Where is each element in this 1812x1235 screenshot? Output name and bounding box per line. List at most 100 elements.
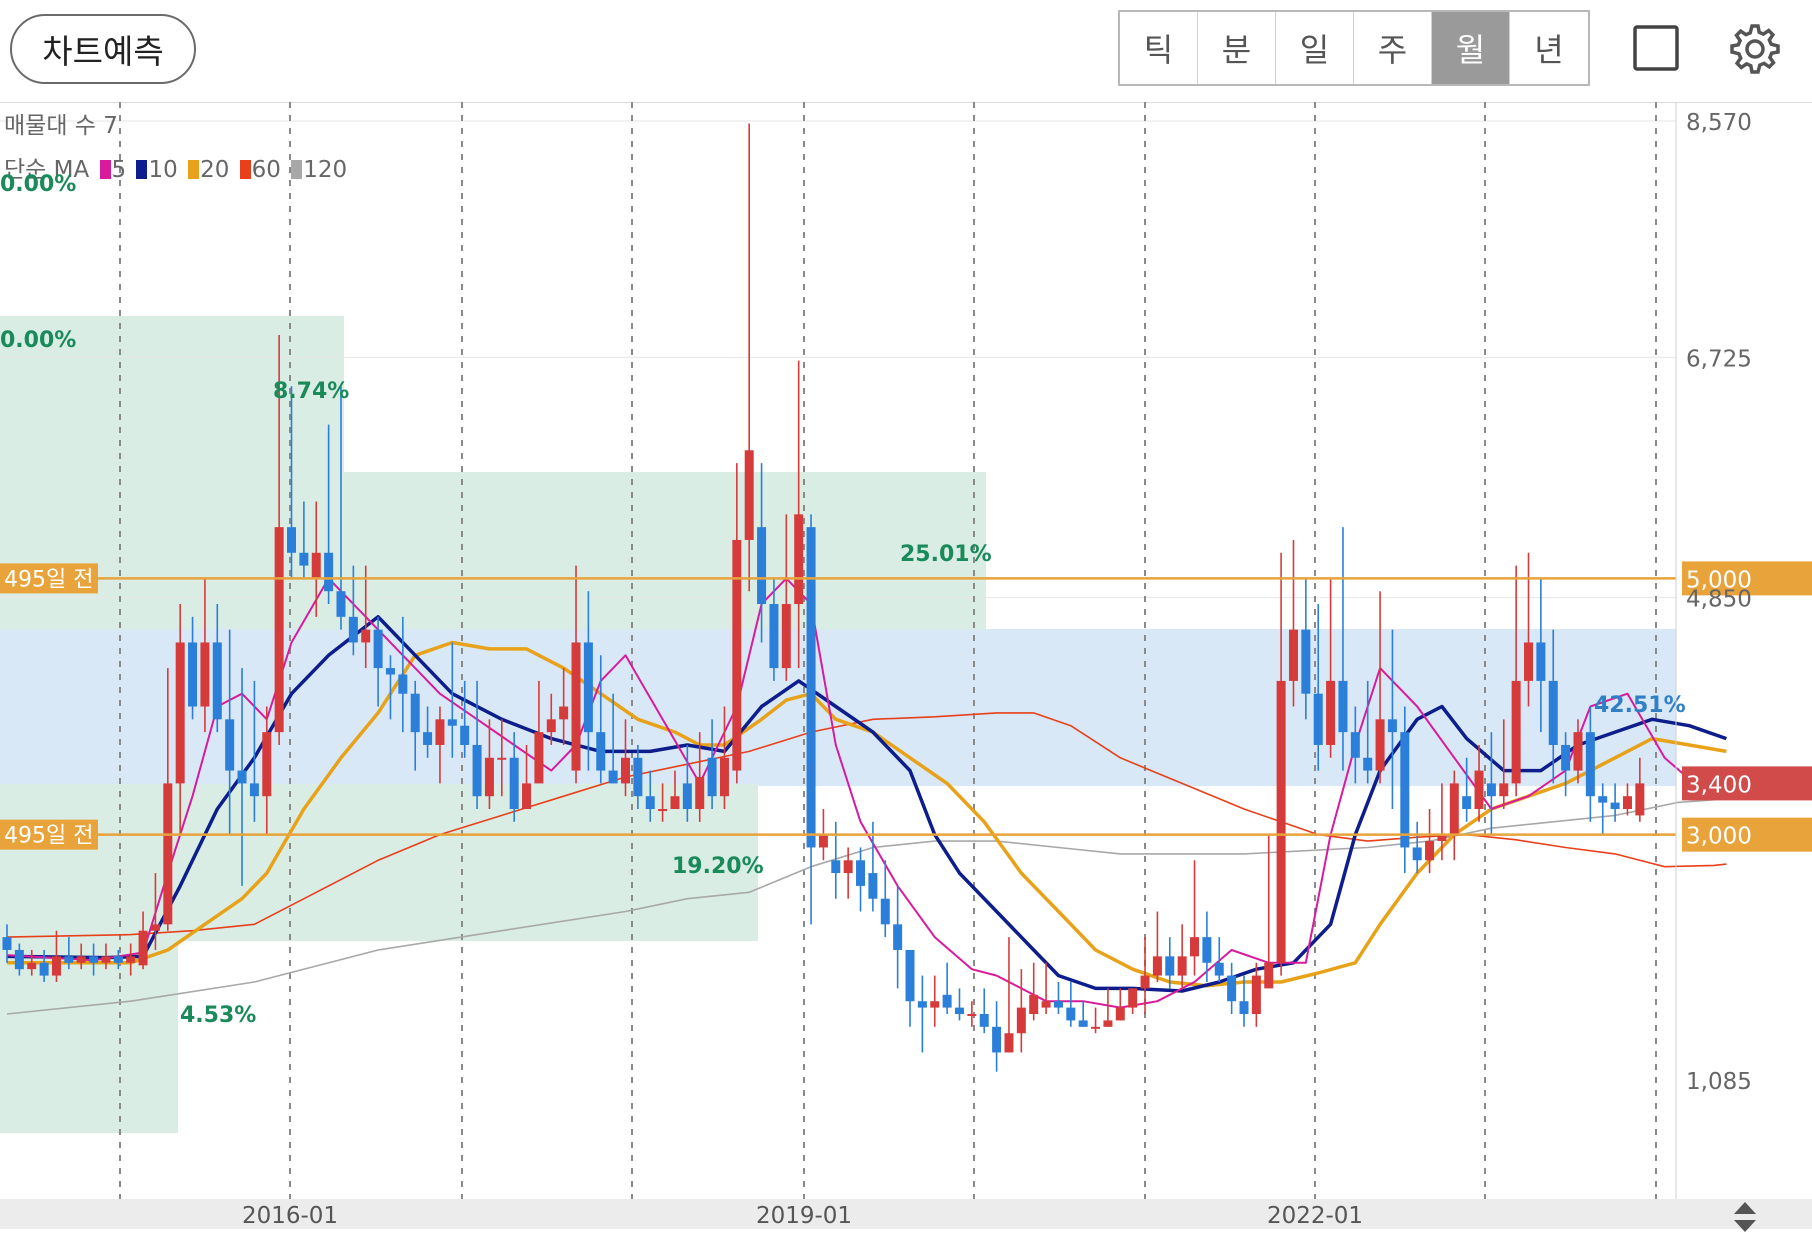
candle[interactable]: [348, 616, 358, 643]
candle[interactable]: [1264, 962, 1274, 989]
candle[interactable]: [1585, 732, 1595, 797]
candle[interactable]: [509, 757, 519, 810]
candle[interactable]: [1128, 988, 1138, 1008]
candle[interactable]: [287, 527, 297, 553]
candle[interactable]: [546, 719, 556, 733]
candle[interactable]: [1004, 1033, 1014, 1053]
candle[interactable]: [1301, 629, 1311, 694]
candle[interactable]: [707, 757, 717, 797]
candle[interactable]: [1177, 956, 1187, 976]
candle[interactable]: [76, 956, 86, 963]
candlestick-chart[interactable]: 495일 전 5,000495일 전 3,0008,5706,7254,8501,0…: [0, 102, 1812, 1235]
candle[interactable]: [954, 1007, 964, 1015]
candle[interactable]: [460, 725, 470, 745]
candle[interactable]: [447, 719, 457, 726]
candle[interactable]: [633, 757, 643, 797]
candle[interactable]: [843, 860, 853, 874]
candle[interactable]: [1635, 783, 1645, 816]
candle[interactable]: [299, 552, 309, 566]
candle[interactable]: [2, 937, 12, 950]
candle[interactable]: [559, 706, 569, 720]
candle[interactable]: [942, 994, 952, 1008]
candle[interactable]: [1338, 680, 1348, 733]
candle[interactable]: [1573, 732, 1583, 771]
candle[interactable]: [1066, 1007, 1076, 1021]
candle[interactable]: [930, 1001, 940, 1008]
candle[interactable]: [1152, 956, 1162, 976]
candle[interactable]: [1288, 629, 1298, 681]
chart-predict-button[interactable]: 차트예측: [10, 14, 196, 84]
candle[interactable]: [64, 956, 74, 963]
candle[interactable]: [583, 642, 593, 733]
candle[interactable]: [1598, 796, 1608, 803]
scroll-updown-icon[interactable]: [1732, 1200, 1758, 1234]
candle[interactable]: [336, 591, 346, 617]
candle[interactable]: [670, 796, 680, 810]
candle[interactable]: [324, 552, 334, 592]
candle[interactable]: [27, 962, 37, 970]
candle[interactable]: [880, 898, 890, 925]
tab-day[interactable]: 일: [1276, 12, 1354, 84]
candle[interactable]: [1029, 994, 1039, 1015]
candle[interactable]: [1016, 1007, 1026, 1034]
candle[interactable]: [1511, 680, 1521, 784]
tab-month[interactable]: 월: [1432, 12, 1510, 84]
candle[interactable]: [1375, 719, 1385, 771]
candle[interactable]: [1524, 642, 1534, 681]
tab-tick[interactable]: 틱: [1120, 12, 1198, 84]
candle[interactable]: [1462, 796, 1472, 810]
candle[interactable]: [361, 629, 371, 643]
candle[interactable]: [658, 809, 668, 812]
tab-week[interactable]: 주: [1354, 12, 1432, 84]
candle[interactable]: [967, 1014, 977, 1017]
candle[interactable]: [682, 783, 692, 810]
candle[interactable]: [868, 873, 878, 899]
candle[interactable]: [1214, 962, 1224, 976]
candle[interactable]: [534, 732, 544, 784]
candle[interactable]: [1449, 783, 1459, 835]
candle[interactable]: [1202, 937, 1212, 963]
candle[interactable]: [1350, 732, 1360, 758]
candle[interactable]: [225, 719, 235, 771]
candle[interactable]: [435, 719, 445, 745]
candle[interactable]: [1251, 975, 1261, 1015]
candle[interactable]: [1610, 802, 1620, 810]
candle[interactable]: [249, 783, 259, 797]
candle[interactable]: [608, 770, 618, 784]
candle[interactable]: [398, 674, 408, 694]
candle[interactable]: [423, 732, 433, 745]
candle[interactable]: [484, 757, 494, 797]
candle[interactable]: [1078, 1020, 1088, 1027]
candle[interactable]: [645, 796, 655, 810]
candle[interactable]: [1474, 770, 1484, 810]
candle[interactable]: [138, 930, 148, 966]
candle[interactable]: [1486, 783, 1496, 797]
gear-icon[interactable]: [1728, 22, 1782, 76]
candle[interactable]: [472, 744, 482, 797]
candle[interactable]: [262, 732, 272, 797]
candle[interactable]: [794, 514, 804, 605]
candle[interactable]: [126, 956, 136, 963]
candle[interactable]: [1363, 757, 1373, 771]
candle[interactable]: [14, 949, 24, 970]
candle[interactable]: [1313, 693, 1323, 745]
candle[interactable]: [757, 527, 767, 605]
candle[interactable]: [1536, 642, 1546, 681]
candle[interactable]: [1239, 1001, 1249, 1015]
candle[interactable]: [1622, 796, 1632, 810]
candle[interactable]: [818, 834, 828, 848]
candle[interactable]: [89, 956, 99, 963]
candle[interactable]: [621, 757, 630, 784]
candle[interactable]: [1053, 1001, 1063, 1008]
candle[interactable]: [979, 1014, 989, 1027]
candle[interactable]: [806, 527, 816, 848]
candle[interactable]: [274, 527, 284, 733]
candle[interactable]: [51, 956, 61, 976]
candle[interactable]: [1140, 975, 1150, 989]
candle[interactable]: [39, 962, 49, 976]
candle[interactable]: [175, 642, 185, 784]
candle[interactable]: [769, 604, 779, 669]
candle[interactable]: [188, 642, 198, 707]
candle[interactable]: [1091, 1026, 1101, 1029]
candle[interactable]: [719, 757, 729, 797]
